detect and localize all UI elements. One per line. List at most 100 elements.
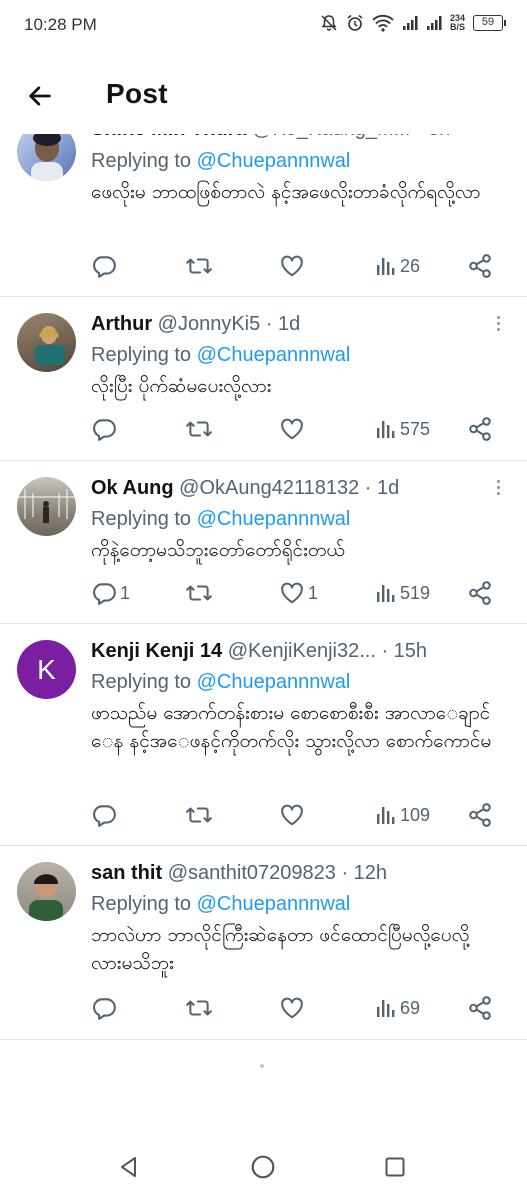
like-button[interactable] (279, 993, 308, 1023)
replying-to: Replying to @Chuepannnwal (91, 508, 350, 531)
views-button[interactable]: 69 (375, 993, 420, 1023)
views-count: 519 (400, 582, 431, 603)
replying-label: Replying to (91, 508, 197, 530)
share-button[interactable] (467, 993, 493, 1023)
avatar[interactable] (17, 313, 76, 372)
battery-icon: 59 (473, 15, 506, 31)
nav-recents-button[interactable] (378, 1150, 412, 1184)
display-name[interactable]: san thit (91, 862, 162, 884)
app-header: Post (0, 56, 527, 134)
back-button[interactable] (22, 78, 58, 114)
retweet-button[interactable] (185, 800, 213, 830)
retweet-button[interactable] (185, 993, 213, 1023)
reply-button[interactable] (91, 251, 120, 281)
reply-item[interactable]: Ok Aung @OkAung42118132 · 1d Replying to… (0, 461, 527, 624)
share-icon (469, 417, 491, 441)
retweet-button[interactable] (185, 578, 213, 608)
share-button[interactable] (467, 578, 493, 608)
mention-link[interactable]: @Chuepannnwal (197, 508, 351, 530)
user-handle[interactable]: @OkAung42118132 (179, 477, 359, 499)
display-name[interactable]: Ok Aung (91, 477, 174, 499)
reply-button[interactable] (91, 800, 120, 830)
reply-header: san thit @santhit07209823 · 12h (91, 862, 487, 885)
like-button[interactable] (279, 414, 308, 444)
user-handle[interactable]: @santhit07209823 (168, 862, 336, 884)
more-options-button[interactable] (493, 313, 503, 337)
reply-icon (93, 805, 116, 827)
heart-icon (281, 804, 303, 826)
reply-button[interactable] (91, 993, 120, 1023)
reply-button[interactable] (91, 414, 120, 444)
reply-item[interactable]: Arthur @JonnyKi5 · 1d Replying to @Chuep… (0, 297, 527, 461)
mention-link[interactable]: @Chuepannnwal (197, 150, 351, 172)
replying-to: Replying to @Chuepannnwal (91, 150, 350, 173)
reply-button[interactable]: 1 (91, 578, 130, 608)
share-button[interactable] (467, 251, 493, 281)
reply-item[interactable]: K Kenji Kenji 14 @KenjiKenji32... · 15h … (0, 624, 527, 846)
user-handle[interactable]: @KenjiKenji32... (228, 640, 376, 662)
reply-text: ဖာသည်မ အောက်တန်းစားမ စောစောစီးစီး အာလာ​ေ… (91, 702, 492, 752)
reply-item[interactable]: san thit @santhit07209823 · 12h Replying… (0, 846, 527, 1040)
reply-count: 1 (120, 582, 131, 603)
display-name[interactable]: Kenji Kenji 14 (91, 640, 222, 662)
heart-icon (281, 582, 303, 604)
heart-icon (281, 418, 303, 440)
share-icon (469, 581, 491, 605)
reply-text: ကိုနဲ့တော့မသိဘူးတော်တော်ရိုင်းတယ် (91, 539, 345, 561)
views-icon (377, 807, 395, 824)
share-icon (469, 254, 491, 278)
replies-feed[interactable]: Shine Min Thura @Ko_Kaung_M... · 3h Repl… (0, 110, 527, 1040)
share-button[interactable] (467, 414, 493, 444)
status-bar: 10:28 PM 234 B/S 59 (0, 0, 527, 52)
page-title: Post (106, 78, 168, 109)
display-name[interactable]: Arthur (91, 313, 152, 335)
status-time: 10:28 PM (24, 15, 97, 34)
views-count: 575 (400, 418, 431, 439)
reply-time: · 12h (341, 862, 388, 884)
views-count: 109 (400, 804, 431, 825)
views-button[interactable]: 575 (375, 414, 430, 444)
wifi-icon (372, 14, 394, 32)
avatar[interactable]: K (17, 640, 76, 699)
user-handle[interactable]: @JonnyKi5 (158, 313, 261, 335)
action-bar: 109 (91, 800, 501, 830)
reply-time: · 1d (265, 313, 301, 335)
network-speed: 234 B/S (450, 14, 465, 32)
dnd-off-icon (321, 15, 337, 31)
status-icons: 234 B/S 59 (320, 14, 506, 32)
views-button[interactable]: 26 (375, 251, 420, 281)
avatar[interactable] (17, 477, 76, 536)
retweet-button[interactable] (185, 414, 213, 444)
replying-to: Replying to @Chuepannnwal (91, 671, 350, 694)
mention-link[interactable]: @Chuepannnwal (197, 344, 351, 366)
reply-header: Ok Aung @OkAung42118132 · 1d (91, 477, 487, 500)
like-button[interactable] (279, 251, 308, 281)
replying-label: Replying to (91, 150, 197, 172)
nav-home-button[interactable] (246, 1150, 280, 1184)
views-count: 69 (400, 997, 421, 1018)
views-button[interactable]: 109 (375, 800, 430, 830)
arrow-back-icon (29, 86, 51, 106)
action-bar: 26 (91, 251, 501, 281)
avatar[interactable] (17, 862, 76, 921)
reply-icon (93, 256, 116, 278)
reply-item[interactable]: Shine Min Thura @Ko_Kaung_M... · 3h Repl… (0, 110, 527, 297)
retweet-button[interactable] (185, 251, 213, 281)
more-options-button[interactable] (493, 477, 503, 501)
reply-text: ဖေလိုးမ ဘာထဖြစ်တာလဲ နင့်အဖေလိုးတာခံလိုက်… (91, 181, 481, 203)
reply-icon (93, 998, 116, 1020)
nav-home-icon (251, 1155, 275, 1179)
mention-link[interactable]: @Chuepannnwal (197, 893, 351, 915)
reply-icon (93, 583, 116, 605)
nav-back-icon (121, 1157, 136, 1177)
like-button[interactable]: 1 (279, 578, 318, 608)
views-icon (377, 1000, 395, 1017)
share-button[interactable] (467, 800, 493, 830)
views-icon (377, 258, 395, 275)
mention-link[interactable]: @Chuepannnwal (197, 671, 351, 693)
views-button[interactable]: 519 (375, 578, 430, 608)
nav-back-button[interactable] (112, 1150, 146, 1184)
reply-time: · 15h (381, 640, 428, 662)
like-button[interactable] (279, 800, 308, 830)
reply-time: · 1d (364, 477, 400, 499)
